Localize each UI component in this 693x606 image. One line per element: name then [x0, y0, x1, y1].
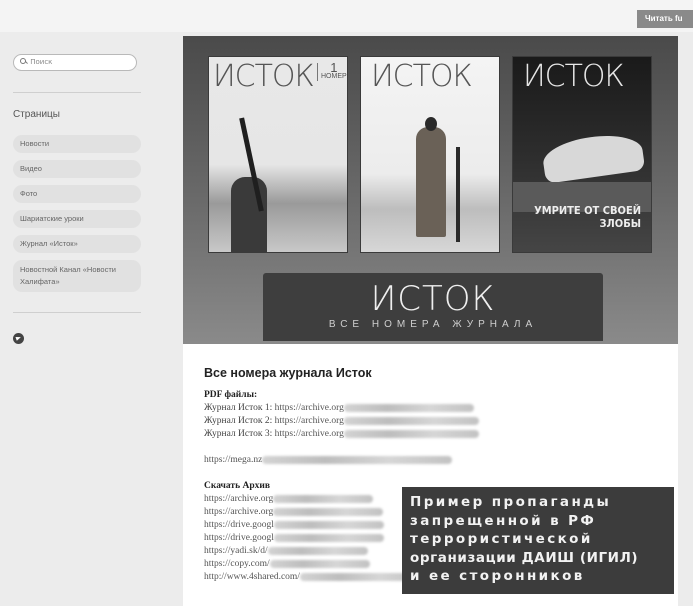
notice-line: и ее сторонников	[410, 568, 585, 585]
sidebar: Поиск Страницы Новости Видео Фото Шариат…	[0, 32, 160, 606]
sidebar-item-news[interactable]: Новости	[13, 135, 141, 153]
pages-title: Страницы	[13, 109, 60, 120]
pdf-link[interactable]: https://archive.org	[275, 429, 344, 439]
read-button[interactable]: Читать fu	[637, 10, 693, 28]
pdf-label: PDF файлы:	[204, 390, 258, 400]
notice-line: запрещенной в РФ	[410, 512, 597, 529]
figure-silhouette	[416, 127, 446, 237]
search-placeholder: Поиск	[30, 58, 53, 66]
sidebar-item-video[interactable]: Видео	[13, 160, 141, 178]
top-bar	[0, 0, 693, 32]
notice-line: Пример пропаганды	[410, 494, 612, 510]
notice-line: организации ДАИШ (ИГИЛ)	[410, 549, 639, 566]
cover-tagline: УМРИТЕ ОТ СВОЕЙ ЗЛОБЫ	[534, 204, 641, 230]
propaganda-notice: Пример пропаганды запрещенной в РФ терро…	[402, 487, 674, 594]
search-input[interactable]: Поиск	[13, 54, 137, 71]
sidebar-item-lessons[interactable]: Шариатские уроки	[13, 210, 141, 228]
sidebar-divider	[13, 92, 141, 93]
mega-link[interactable]: https://mega.nz	[204, 455, 262, 465]
pdf-link[interactable]: https://archive.org	[275, 403, 344, 413]
cover-issue-1[interactable]: ИСТОК 1 НОМЕР	[208, 56, 348, 253]
magazine-banner: ИСТОК 1 НОМЕР ИСТОК ИСТОК УМРИТЕ ОТ СВОЕЙ…	[183, 36, 678, 344]
sidebar-item-news-channel[interactable]: Новостной Канал «Новости Халифата»	[13, 260, 141, 292]
notice-line: террористической	[410, 531, 593, 548]
pdf-link-row: Журнал Исток 1: https://archive.org	[204, 402, 664, 415]
banner-title-plate: ИСТОК ВСЕ НОМЕРА ЖУРНАЛА	[263, 273, 603, 341]
wreckage-shape	[540, 130, 646, 184]
mega-link-row: https://mega.nz	[204, 454, 664, 467]
cover-title: ИСТОК	[371, 59, 473, 94]
pdf-link-row: Журнал Исток 2: https://archive.org	[204, 415, 664, 428]
search-icon	[20, 57, 27, 64]
cover-issue-3[interactable]: ИСТОК УМРИТЕ ОТ СВОЕЙ ЗЛОБЫ	[512, 56, 652, 253]
cover-title: ИСТОК	[523, 59, 625, 94]
cover-issue-number: 1 НОМЕР	[317, 61, 347, 81]
pdf-link[interactable]: https://archive.org	[275, 416, 344, 426]
figure-head	[425, 117, 437, 131]
rifle-silhouette	[456, 147, 460, 242]
banner-title: ИСТОК	[370, 279, 496, 319]
telegram-icon[interactable]	[13, 333, 24, 344]
figure-silhouette	[231, 177, 267, 252]
cover-title: ИСТОК	[213, 59, 315, 94]
banner-subtitle: ВСЕ НОМЕРА ЖУРНАЛА	[328, 319, 538, 330]
pdf-link-row: Журнал Исток 3: https://archive.org	[204, 428, 664, 441]
sidebar-item-magazine[interactable]: Журнал «Исток»	[13, 235, 141, 253]
cover-issue-2[interactable]: ИСТОК	[360, 56, 500, 253]
sidebar-item-photo[interactable]: Фото	[13, 185, 141, 203]
sidebar-divider	[13, 312, 141, 313]
article-heading: Все номера журнала Исток	[204, 366, 372, 380]
